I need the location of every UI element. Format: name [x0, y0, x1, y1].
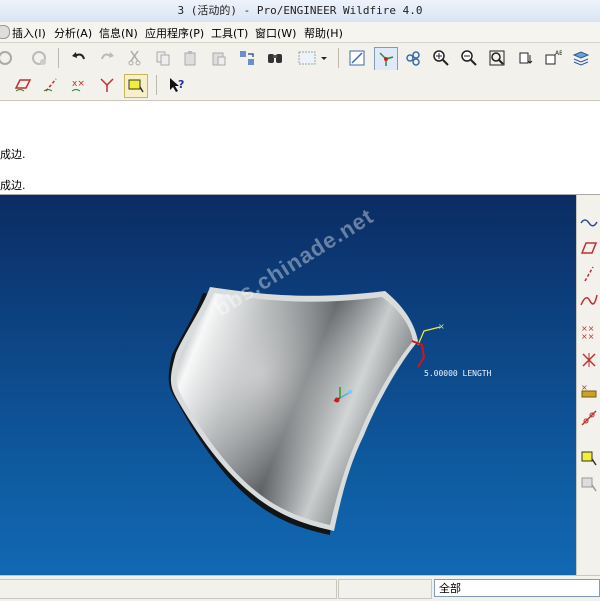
- status-cell: [338, 579, 432, 599]
- menu-window[interactable]: 窗口(W): [255, 25, 296, 41]
- sketch-icon[interactable]: [580, 213, 598, 231]
- toolbar-separator: [58, 48, 59, 68]
- datum-point-icon[interactable]: x×: [68, 74, 90, 96]
- toolbar-separator: [156, 75, 157, 95]
- graphics-viewport[interactable]: × bbs.chinade.net 5.00000 LENGTH: [0, 195, 576, 575]
- message-line: 成边.: [0, 148, 26, 161]
- datum-axis-icon[interactable]: [40, 74, 62, 96]
- leader-marker-icon: ×: [438, 322, 445, 331]
- svg-text:××: ××: [581, 332, 594, 341]
- menu-tools[interactable]: 工具(T): [211, 25, 248, 41]
- window-menu-icon[interactable]: [0, 25, 10, 39]
- select-filter-icon[interactable]: [580, 475, 598, 493]
- help-query-icon[interactable]: ?: [166, 74, 188, 96]
- layers-icon[interactable]: [570, 47, 592, 69]
- paste-icon[interactable]: [180, 47, 202, 69]
- menu-analysis[interactable]: 分析(A): [54, 25, 92, 41]
- datum-point-icon[interactable]: ×× ××: [580, 323, 598, 341]
- analysis-icon[interactable]: ×: [580, 381, 598, 399]
- replace-icon[interactable]: [236, 47, 258, 69]
- datum-plane-icon[interactable]: [580, 239, 598, 257]
- paste-special-icon[interactable]: [208, 47, 230, 69]
- zoom-in-icon[interactable]: [430, 47, 452, 69]
- edge-select-icon[interactable]: [580, 449, 598, 467]
- menu-bar: 插入(I) 分析(A) 信息(N) 应用程序(P) 工具(T) 窗口(W) 帮助…: [0, 22, 600, 43]
- orient-icon[interactable]: [402, 47, 424, 69]
- refit-icon[interactable]: [486, 47, 508, 69]
- datum-point-offset-icon[interactable]: [580, 351, 598, 369]
- undo-icon[interactable]: [68, 47, 90, 69]
- svg-text:AB: AB: [555, 50, 562, 57]
- coordinate-system-icon[interactable]: [96, 74, 118, 96]
- view-manager-icon[interactable]: AB: [542, 47, 564, 69]
- named-views-icon[interactable]: [514, 47, 536, 69]
- zoom-out-icon[interactable]: [458, 47, 480, 69]
- menu-help[interactable]: 帮助(H): [304, 25, 343, 41]
- part-highlight: [176, 293, 413, 525]
- right-toolbar: ×× ×× ×: [576, 195, 600, 575]
- toolbar-separator: [338, 48, 339, 68]
- copy-icon[interactable]: [152, 47, 174, 69]
- menu-insert[interactable]: 插入(I): [12, 25, 46, 41]
- dimension-label[interactable]: 5.00000 LENGTH: [424, 369, 491, 378]
- message-line: 成边.: [0, 179, 26, 192]
- message-area: 成边. 成边.: [0, 100, 600, 195]
- dropdown-arrow-icon[interactable]: [318, 47, 330, 69]
- status-message-cell: [0, 579, 337, 599]
- find-binoculars-icon[interactable]: [264, 47, 286, 69]
- selection-filter-select[interactable]: 全部: [434, 579, 600, 597]
- status-bar: 全部: [0, 575, 600, 601]
- regenerate-icon[interactable]: [0, 47, 16, 69]
- dimension-leader: [417, 326, 441, 346]
- datum-plane-icon[interactable]: [12, 74, 34, 96]
- regenerate-disabled-icon[interactable]: [28, 47, 50, 69]
- datum-display-icon[interactable]: [346, 47, 368, 69]
- coordinate-system-icon[interactable]: [580, 409, 598, 427]
- menu-applications[interactable]: 应用程序(P): [145, 25, 204, 41]
- window-title-bar: 3 (活动的) - Pro/ENGINEER Wildfire 4.0: [0, 0, 600, 23]
- svg-text:x×: x×: [72, 79, 85, 89]
- datum-toolbar: x× ?: [0, 70, 600, 101]
- window-title: 3 (活动的) - Pro/ENGINEER Wildfire 4.0: [177, 4, 423, 17]
- redo-icon[interactable]: [96, 47, 118, 69]
- datum-curve-icon[interactable]: [580, 291, 598, 309]
- edge-select-icon[interactable]: [124, 74, 148, 98]
- svg-text:?: ?: [178, 78, 184, 91]
- menu-info[interactable]: 信息(N): [99, 25, 138, 41]
- cut-icon[interactable]: [124, 47, 146, 69]
- datum-axis-icon[interactable]: [580, 265, 598, 283]
- spin-center-icon[interactable]: [374, 47, 398, 71]
